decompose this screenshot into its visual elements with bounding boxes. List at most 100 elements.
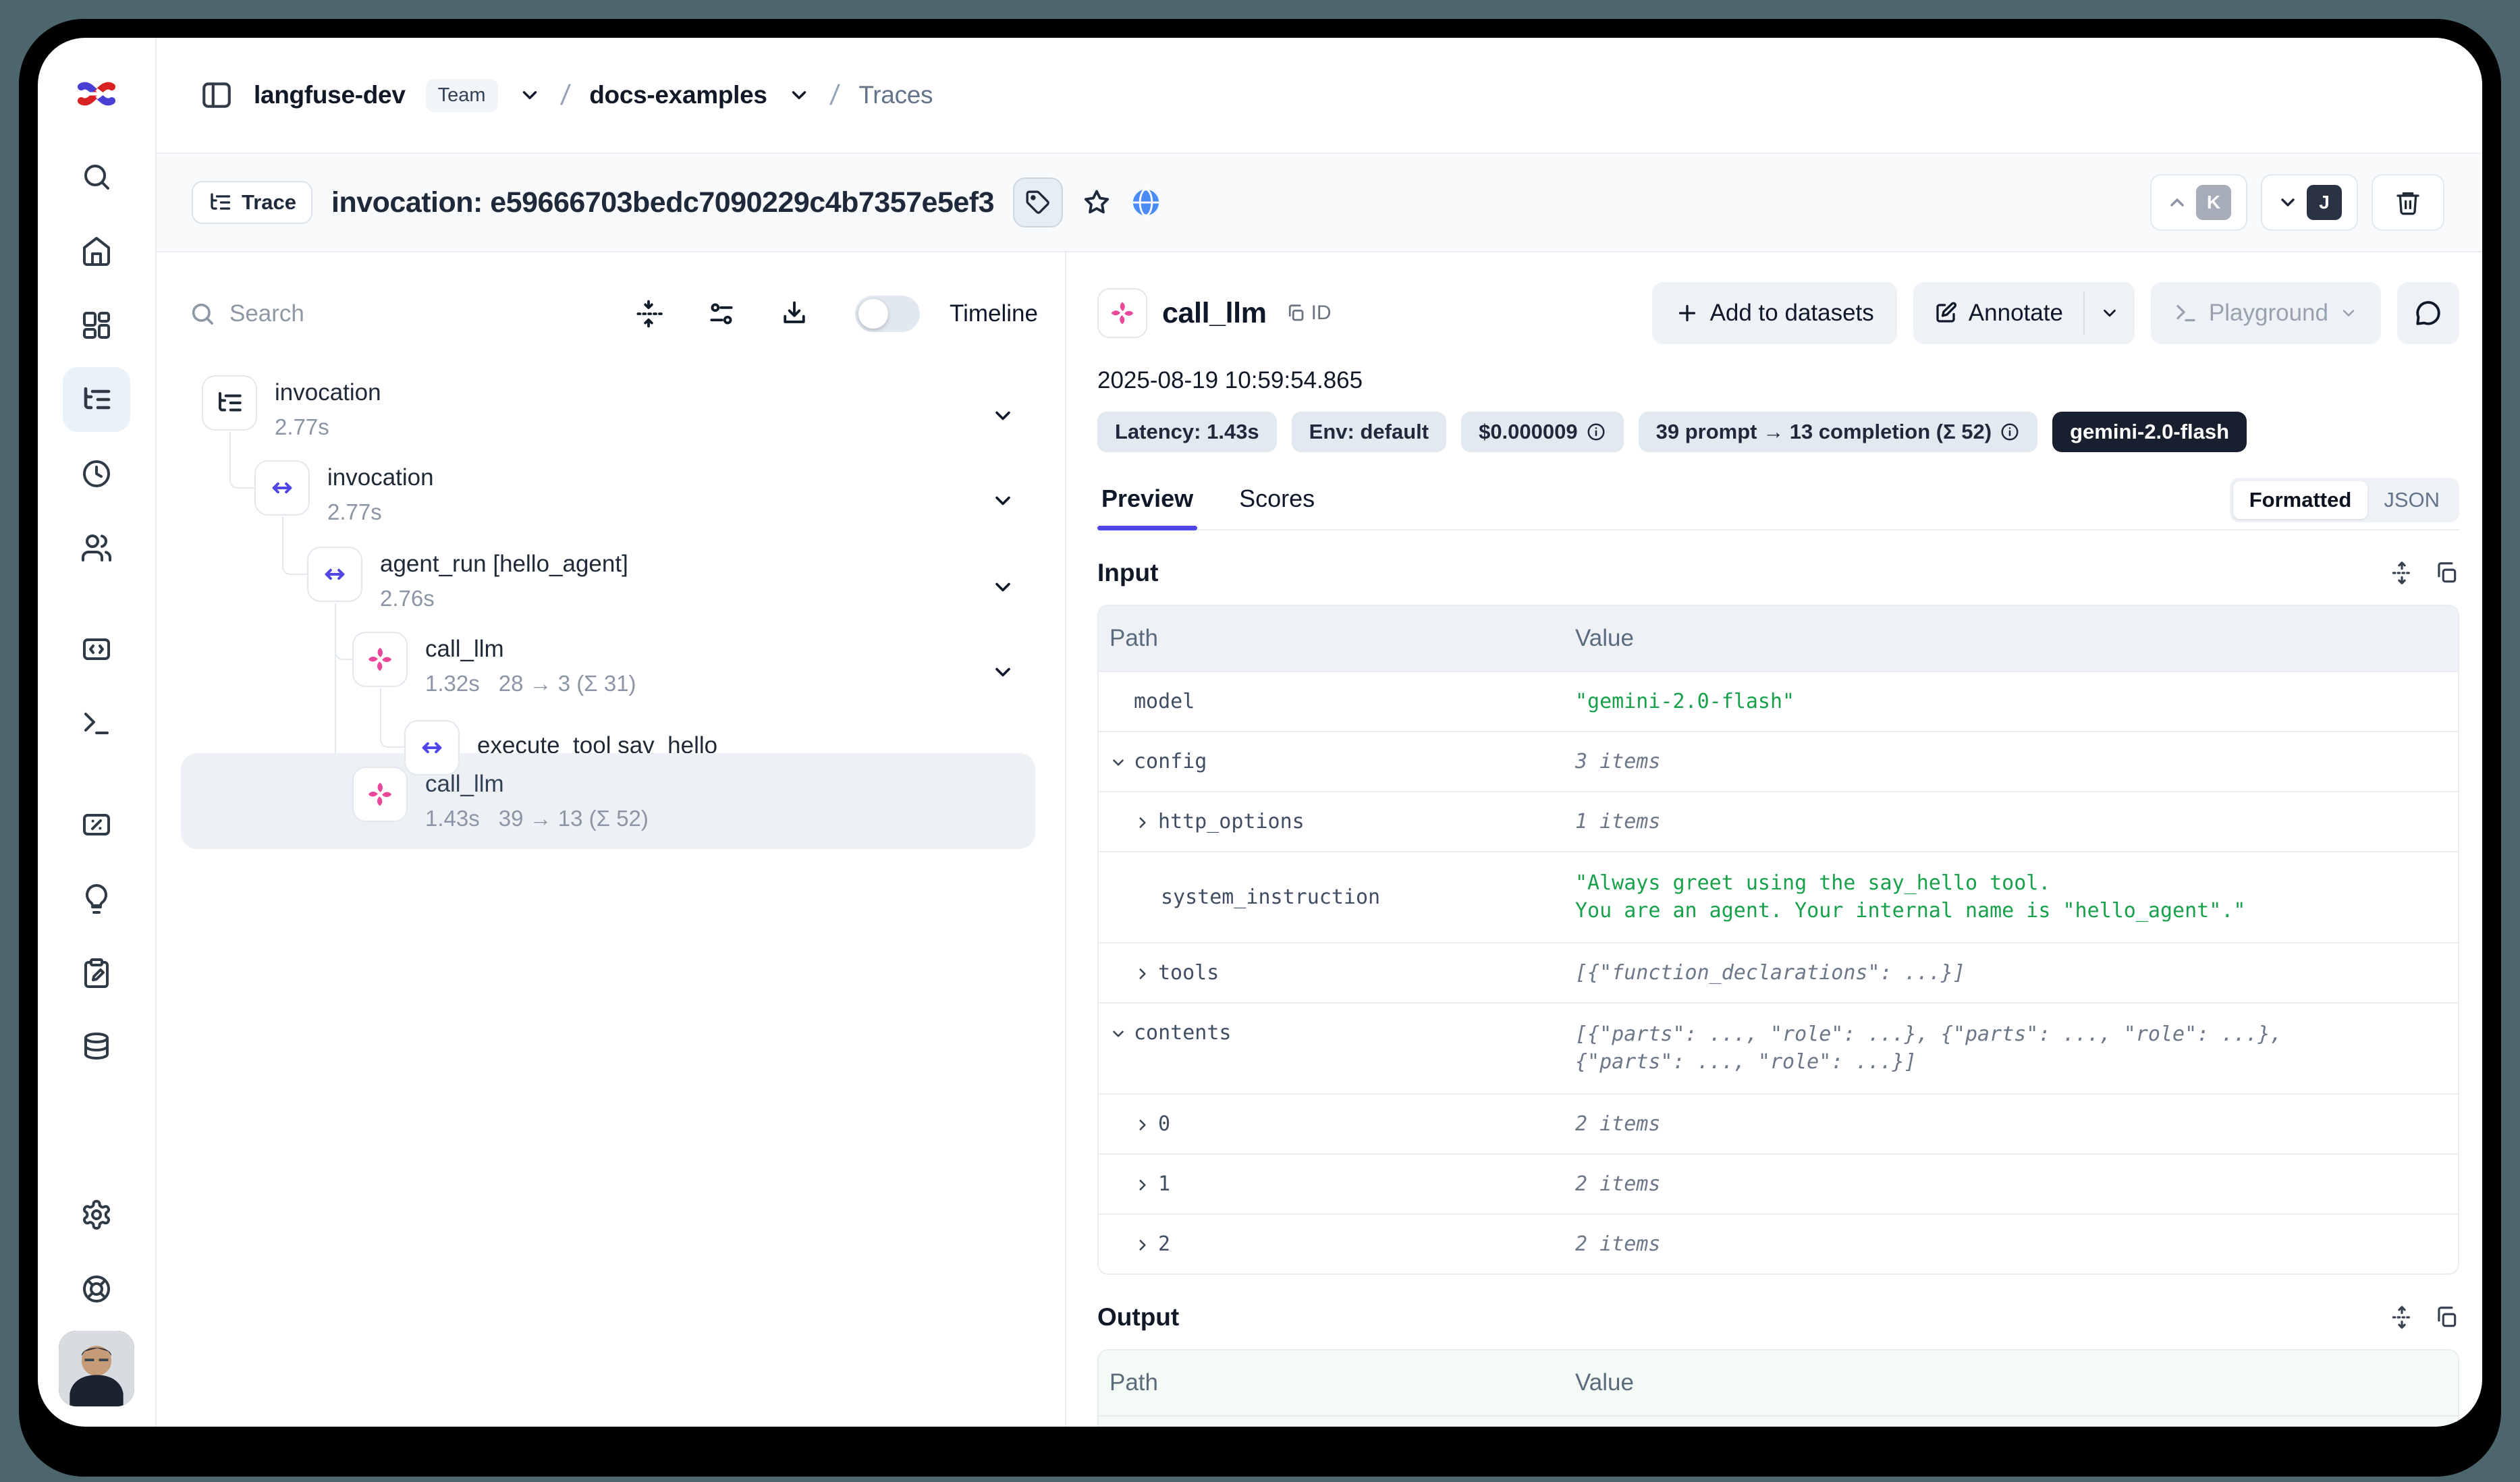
metrics-badges: Latency: 1.43s Env: default $0.000009 39… <box>1097 412 2459 452</box>
rail-datasets-icon[interactable] <box>63 1015 130 1080</box>
chevron-right-icon[interactable] <box>1134 965 1151 983</box>
table-header-row: Path Value <box>1099 1350 2458 1415</box>
tree-row-span[interactable]: invocation 2.77s <box>181 460 1038 525</box>
row-collapse-chevron[interactable] <box>991 404 1015 428</box>
observation-timestamp: 2025-08-19 10:59:54.865 <box>1097 367 2459 394</box>
input-heading: Input <box>1097 559 1158 587</box>
rail-home-icon[interactable] <box>63 219 130 283</box>
bookmark-star-button[interactable] <box>1082 188 1112 217</box>
expand-section-button[interactable] <box>2389 1305 2415 1330</box>
cost-badge[interactable]: $0.000009 <box>1461 412 1624 452</box>
format-formatted[interactable]: Formatted <box>2233 481 2368 519</box>
tree-row-trace[interactable]: invocation 2.77s <box>181 375 1038 440</box>
tree-row-generation-selected[interactable]: call_llm 1.43s39 → 13 (Σ 52) <box>181 753 1035 849</box>
trace-title: invocation: e59666703bedc7090229c4b7357e… <box>331 186 994 219</box>
tab-scores[interactable]: Scores <box>1235 485 1319 529</box>
tab-preview[interactable]: Preview <box>1097 485 1197 529</box>
span-icon <box>404 720 460 775</box>
prev-trace-button[interactable]: K <box>2150 174 2247 231</box>
rail-annotations-icon[interactable] <box>63 867 130 931</box>
star-icon <box>1082 188 1112 217</box>
table-row: http_options 1 items <box>1099 791 2458 851</box>
generation-icon <box>352 632 408 687</box>
path-cell: model <box>1099 672 1575 731</box>
rail-dashboard-icon[interactable] <box>63 293 130 358</box>
sidebar-toggle-icon[interactable] <box>200 78 234 112</box>
breadcrumb-bar: langfuse-dev Team / docs-examples / Trac… <box>157 38 2482 154</box>
copy-input-button[interactable] <box>2434 560 2459 586</box>
rail-users-icon[interactable] <box>63 516 130 580</box>
format-json[interactable]: JSON <box>2367 481 2456 519</box>
observation-detail-panel: call_llm ID Add to datasets Annotate <box>1066 252 2482 1427</box>
breadcrumb-org[interactable]: langfuse-dev <box>254 81 406 109</box>
project-chevron-down-icon[interactable] <box>788 84 811 107</box>
value-cell: 1 items <box>1575 792 2458 851</box>
table-header-row: Path Value <box>1099 606 2458 671</box>
playground-button[interactable]: Playground <box>2151 282 2381 344</box>
breadcrumb-section[interactable]: Traces <box>858 81 933 109</box>
latency-badge: Latency: 1.43s <box>1097 412 1277 452</box>
annotate-button[interactable]: Annotate <box>1913 282 2083 344</box>
rail-search-icon[interactable] <box>63 144 130 209</box>
tree-settings-button[interactable] <box>707 299 736 329</box>
chevron-right-icon[interactable] <box>1134 814 1151 831</box>
chevron-right-icon[interactable] <box>1134 1236 1151 1254</box>
collapse-all-button[interactable] <box>634 299 663 329</box>
row-collapse-chevron[interactable] <box>991 660 1015 684</box>
tokens-badge[interactable]: 39 prompt → 13 completion (Σ 52) <box>1639 412 2037 452</box>
rail-evaluators-icon[interactable] <box>63 792 130 857</box>
path-cell: config <box>1099 732 1575 791</box>
add-to-datasets-button[interactable]: Add to datasets <box>1652 282 1897 344</box>
rail-tracing-icon[interactable] <box>63 367 130 432</box>
trace-tree-icon <box>208 190 232 215</box>
row-collapse-chevron[interactable] <box>991 489 1015 513</box>
chevron-down-icon <box>2100 303 2120 323</box>
public-share-button[interactable] <box>1130 187 1161 218</box>
tree-row-generation[interactable]: call_llm 1.32s28 → 3 (Σ 31) <box>181 632 1038 696</box>
chevron-down-icon[interactable] <box>1110 1025 1127 1043</box>
chevron-right-icon[interactable] <box>1134 1116 1151 1134</box>
input-section-header: Input <box>1097 559 2459 587</box>
path-cell: 1 <box>1099 1155 1575 1213</box>
tree-search-input[interactable] <box>229 300 520 327</box>
rail-sessions-icon[interactable] <box>63 441 130 506</box>
model-badge[interactable]: gemini-2.0-flash <box>2052 412 2247 452</box>
comments-button[interactable] <box>2397 282 2459 344</box>
rail-settings-icon[interactable] <box>63 1182 130 1247</box>
next-trace-button[interactable]: J <box>2261 174 2358 231</box>
chat-bubble-icon <box>2414 299 2442 327</box>
expand-section-button[interactable] <box>2389 560 2415 586</box>
table-row: system_instruction "Always greet using t… <box>1099 851 2458 942</box>
path-cell: contents <box>1099 1004 1575 1093</box>
chevron-right-icon[interactable] <box>1134 1176 1151 1194</box>
path-cell: http_options <box>1099 792 1575 851</box>
user-avatar[interactable] <box>59 1331 134 1406</box>
org-chevron-down-icon[interactable] <box>518 84 541 107</box>
delete-trace-button[interactable] <box>2372 174 2444 231</box>
format-toggle: Formatted JSON <box>2230 478 2459 522</box>
breadcrumb-separator: / <box>828 79 840 111</box>
copy-id-button[interactable]: ID <box>1286 302 1332 325</box>
rail-playground-icon[interactable] <box>63 691 130 756</box>
download-button[interactable] <box>779 299 809 329</box>
sliders-icon <box>707 299 736 329</box>
breadcrumb-project[interactable]: docs-examples <box>589 81 767 109</box>
rail-prompts-icon[interactable] <box>63 617 130 682</box>
generation-icon <box>1097 288 1147 338</box>
trace-type-chip: Trace <box>192 181 312 224</box>
tag-icon <box>1025 190 1051 215</box>
rail-judge-icon[interactable] <box>63 941 130 1006</box>
timeline-label: Timeline <box>950 300 1038 327</box>
rail-support-icon[interactable] <box>63 1257 130 1321</box>
chevron-down-icon[interactable] <box>1110 754 1127 771</box>
row-collapse-chevron[interactable] <box>991 575 1015 599</box>
table-row: model "gemini-2.0-flash" <box>1099 671 2458 731</box>
tags-button[interactable] <box>1013 177 1063 227</box>
table-row: tools [{"function_declarations": ...}] <box>1099 942 2458 1002</box>
timeline-toggle[interactable] <box>855 296 920 332</box>
value-cell: 2 items <box>1575 1215 2458 1273</box>
annotate-dropdown-chevron[interactable] <box>2085 282 2135 344</box>
copy-icon <box>2434 560 2459 586</box>
copy-output-button[interactable] <box>2434 1305 2459 1330</box>
tree-row-span[interactable]: agent_run [hello_agent] 2.76s <box>181 547 1038 611</box>
